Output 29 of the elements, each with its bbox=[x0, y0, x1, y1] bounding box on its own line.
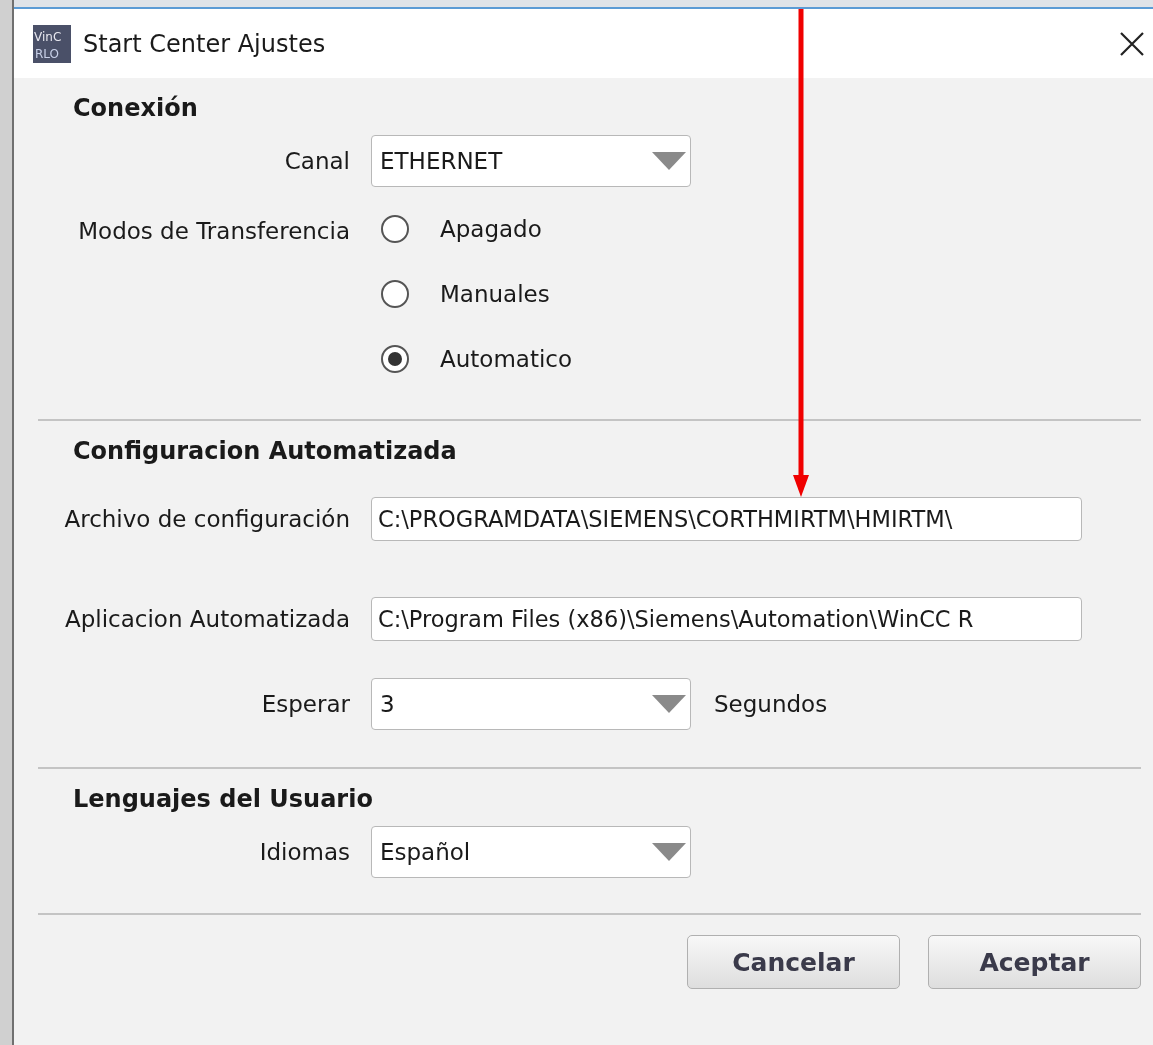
dropdown[interactable]: ETHERNET bbox=[371, 135, 691, 187]
text-field[interactable]: C:\Program Files (x86)\Siemens\Automation\WinCC R bbox=[371, 597, 1082, 641]
dropdown-arrow-icon bbox=[652, 152, 686, 170]
field-label: Esperar bbox=[260, 691, 351, 717]
dropdown[interactable]: Español bbox=[371, 826, 691, 878]
radio-option[interactable]: Manuales bbox=[371, 261, 573, 326]
field-label: Canal bbox=[283, 148, 351, 174]
field-label: Aplicacion Automatizada bbox=[63, 606, 351, 632]
radio-button[interactable] bbox=[381, 279, 409, 308]
section-heading: Conexión bbox=[73, 94, 199, 124]
dropdown-arrow-icon bbox=[652, 695, 686, 713]
radio-option[interactable]: Apagado bbox=[371, 196, 573, 261]
field-label: Archivo de configuración bbox=[63, 506, 351, 532]
text-field[interactable]: C:\PROGRAMDATA\SIEMENS\CORTHMIRTM\HMIRTM\ bbox=[371, 497, 1082, 541]
dropdown-arrow-icon bbox=[652, 843, 686, 861]
section-heading: Configuracion Automatizada bbox=[73, 437, 458, 467]
radio-button[interactable] bbox=[381, 344, 409, 373]
dialog-button[interactable]: Cancelar bbox=[687, 935, 900, 989]
field-label: Idiomas bbox=[258, 839, 351, 865]
dialog-button[interactable]: Aceptar bbox=[928, 935, 1141, 989]
unit-label: Segundos bbox=[714, 691, 828, 717]
close-icon bbox=[1119, 30, 1145, 57]
radio-button[interactable] bbox=[381, 214, 409, 243]
section-heading: Lenguajes del Usuario bbox=[73, 785, 374, 815]
app-logo-icon: VinC RLO bbox=[33, 24, 71, 63]
field-label: Modos de Transferencia bbox=[77, 218, 351, 244]
dropdown[interactable]: 3 bbox=[371, 678, 691, 730]
window-title: Start Center Ajustes bbox=[83, 29, 326, 58]
radio-option[interactable]: Automatico bbox=[371, 326, 573, 391]
